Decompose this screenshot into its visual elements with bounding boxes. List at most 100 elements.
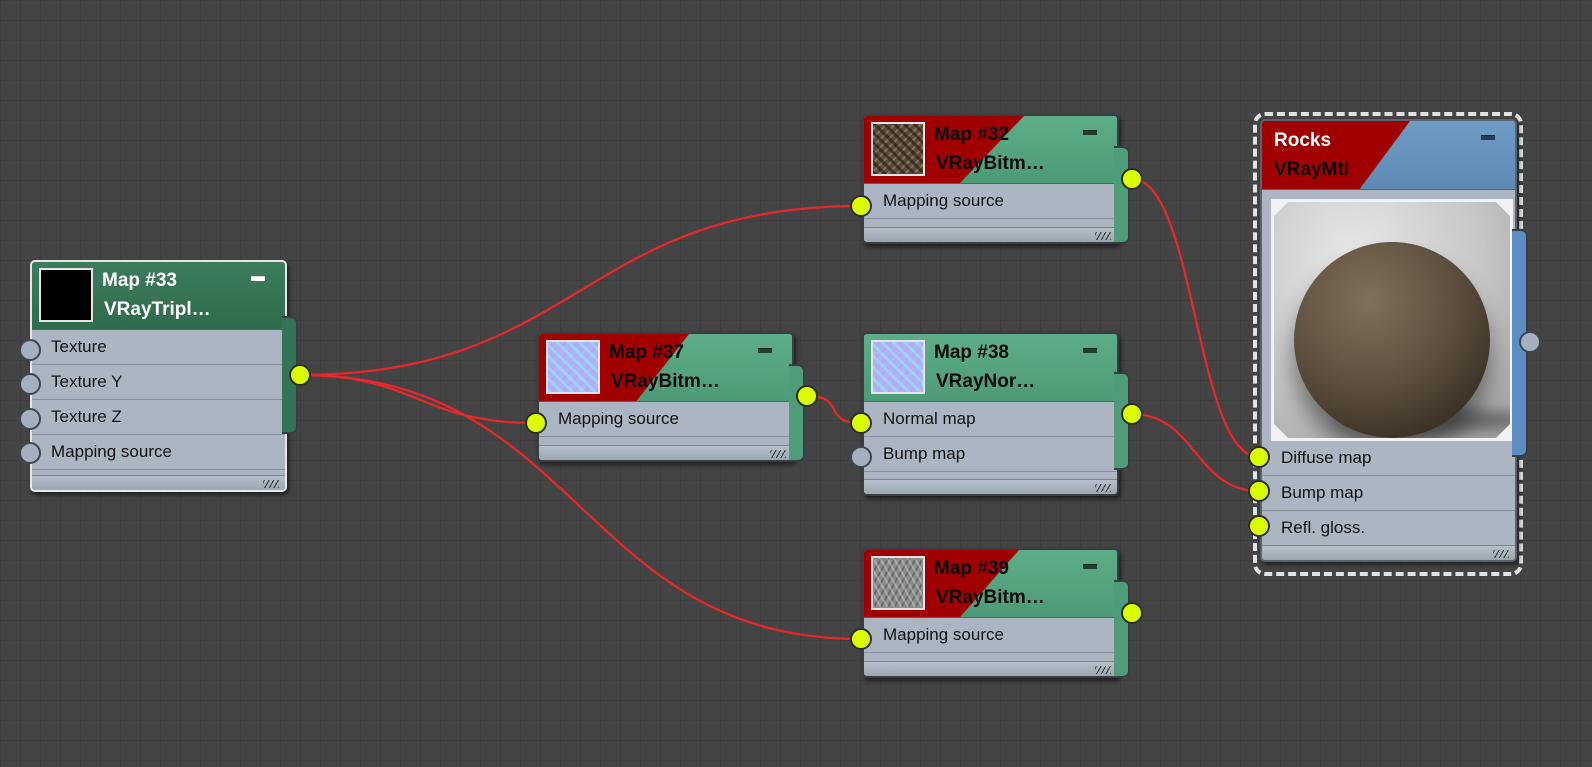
slot-label: Texture Y	[51, 372, 123, 391]
map38-title: Map #38	[934, 342, 1009, 363]
map37-slot-mapping-source: Mapping source	[539, 402, 792, 437]
node-map33-header[interactable]: Map #33 VRayTripl…	[32, 262, 285, 330]
map33-slot-mapping-source: Mapping source	[32, 435, 285, 470]
rocks-output-port[interactable]	[1519, 331, 1541, 353]
resize-grip-icon[interactable]	[263, 480, 279, 488]
map37-output-port[interactable]	[796, 385, 818, 407]
map32-input-port-mapping-source[interactable]	[850, 195, 872, 217]
map38-input-port-normal-map[interactable]	[850, 412, 872, 434]
slot-label: Texture Z	[51, 407, 122, 426]
map32-footer	[864, 227, 1117, 242]
resize-grip-icon[interactable]	[770, 450, 786, 458]
preview-corner-icon	[1496, 424, 1510, 438]
slot-label: Normal map	[883, 409, 976, 428]
resize-grip-icon[interactable]	[1493, 550, 1509, 558]
preview-corner-icon	[1274, 202, 1288, 216]
wire-map33-out-to-map37[interactable]	[299, 373, 537, 425]
map38-minimize-button[interactable]	[1083, 348, 1097, 353]
map39-thumbnail	[871, 556, 925, 610]
rocks-footer	[1262, 545, 1515, 560]
map33-input-port-texture-y[interactable]	[19, 373, 41, 395]
slot-label: Bump map	[883, 444, 966, 463]
map33-output-port[interactable]	[289, 364, 311, 386]
map37-input-port-mapping-source[interactable]	[525, 412, 547, 434]
node-map39-output-tab	[1114, 580, 1130, 678]
map33-title: Map #33	[102, 270, 177, 291]
map39-slot-mapping-source: Mapping source	[864, 618, 1117, 653]
map39-title: Map #39	[934, 558, 1009, 579]
map37-type: VRayBitm…	[611, 371, 720, 392]
map37-title: Map #37	[609, 342, 684, 363]
node-map37[interactable]: Map #37 VRayBitm… Mapping source	[537, 332, 805, 462]
map32-type: VRayBitm…	[936, 153, 1045, 174]
map39-footer	[864, 661, 1117, 676]
map39-output-port[interactable]	[1121, 602, 1143, 624]
map38-footer	[864, 479, 1117, 494]
node-map39-header[interactable]: Map #39 VRayBitm…	[864, 550, 1117, 618]
map32-thumbnail	[871, 122, 925, 176]
rocks-minimize-button[interactable]	[1481, 135, 1495, 140]
material-preview-sphere	[1271, 199, 1513, 441]
map33-input-port-mapping-source[interactable]	[19, 442, 41, 464]
rocks-input-port-refl-gloss[interactable]	[1248, 515, 1270, 537]
resize-grip-icon[interactable]	[1095, 484, 1111, 492]
preview-ball	[1294, 242, 1490, 438]
preview-corner-icon	[1274, 424, 1288, 438]
map32-output-port[interactable]	[1121, 168, 1143, 190]
resize-grip-icon[interactable]	[1095, 666, 1111, 674]
rocks-input-port-bump-map[interactable]	[1248, 480, 1270, 502]
node-map32[interactable]: Map #32 VRayBitm… Mapping source	[862, 114, 1130, 244]
map38-slot-bump-map: Bump map	[864, 437, 1117, 472]
node-map33[interactable]: Map #33 VRayTripl… Texture Texture Y Tex…	[30, 260, 298, 492]
preview-corner-icon	[1496, 202, 1510, 216]
slot-label: Texture	[51, 337, 107, 356]
map37-thumbnail	[546, 340, 600, 394]
node-map37-output-tab	[789, 364, 805, 462]
node-rocks[interactable]: Rocks VRayMtl Diffuse map Bump map Refl.…	[1260, 119, 1530, 562]
map32-slot-mapping-source: Mapping source	[864, 184, 1117, 219]
node-map39[interactable]: Map #39 VRayBitm… Mapping source	[862, 548, 1130, 678]
map37-footer	[539, 445, 792, 460]
wire-map38-out-to-rocks[interactable]	[1131, 412, 1260, 493]
resize-grip-icon[interactable]	[1095, 232, 1111, 240]
map38-type: VRayNor…	[936, 371, 1036, 392]
slot-label: Mapping source	[883, 191, 1004, 210]
node-map38-header[interactable]: Map #38 VRayNor…	[864, 334, 1117, 402]
map33-thumbnail	[39, 268, 93, 322]
slot-label: Bump map	[1281, 483, 1364, 502]
map33-slot-texture: Texture	[32, 330, 285, 365]
map39-input-port-mapping-source[interactable]	[850, 628, 872, 650]
map32-minimize-button[interactable]	[1083, 130, 1097, 135]
rocks-input-port-diffuse-map[interactable]	[1248, 446, 1270, 468]
slot-label: Refl. gloss.	[1281, 518, 1366, 537]
map33-type: VRayTripl…	[104, 299, 211, 320]
node-map32-header[interactable]: Map #32 VRayBitm…	[864, 116, 1117, 184]
rocks-type: VRayMtl	[1274, 159, 1349, 180]
slot-label: Mapping source	[883, 625, 1004, 644]
rocks-title: Rocks	[1274, 130, 1332, 151]
slot-label: Mapping source	[558, 409, 679, 428]
map37-minimize-button[interactable]	[758, 348, 772, 353]
rocks-slot-bump-map: Bump map	[1262, 476, 1515, 511]
node-rocks-header[interactable]: Rocks VRayMtl	[1262, 121, 1515, 190]
slot-label: Diffuse map	[1281, 448, 1372, 467]
map33-footer	[32, 475, 285, 490]
rocks-slot-refl-gloss: Refl. gloss.	[1262, 511, 1515, 546]
node-map37-header[interactable]: Map #37 VRayBitm…	[539, 334, 792, 402]
map33-input-port-texture[interactable]	[19, 339, 41, 361]
wire-map32-out-to-rocks[interactable]	[1131, 177, 1260, 459]
node-map32-output-tab	[1114, 146, 1130, 244]
map38-slot-normal-map: Normal map	[864, 402, 1117, 437]
map38-input-port-bump-map[interactable]	[850, 446, 872, 468]
map39-minimize-button[interactable]	[1083, 564, 1097, 569]
map38-output-port[interactable]	[1121, 403, 1143, 425]
map32-title: Map #32	[934, 124, 1009, 145]
rocks-slot-diffuse-map: Diffuse map	[1262, 441, 1515, 476]
node-map38[interactable]: Map #38 VRayNor… Normal map Bump map	[862, 332, 1130, 496]
map33-slot-texture-y: Texture Y	[32, 365, 285, 400]
map33-input-port-texture-z[interactable]	[19, 408, 41, 430]
map33-minimize-button[interactable]	[251, 276, 265, 281]
map39-type: VRayBitm…	[936, 587, 1045, 608]
map38-thumbnail	[871, 340, 925, 394]
map33-slot-texture-z: Texture Z	[32, 400, 285, 435]
